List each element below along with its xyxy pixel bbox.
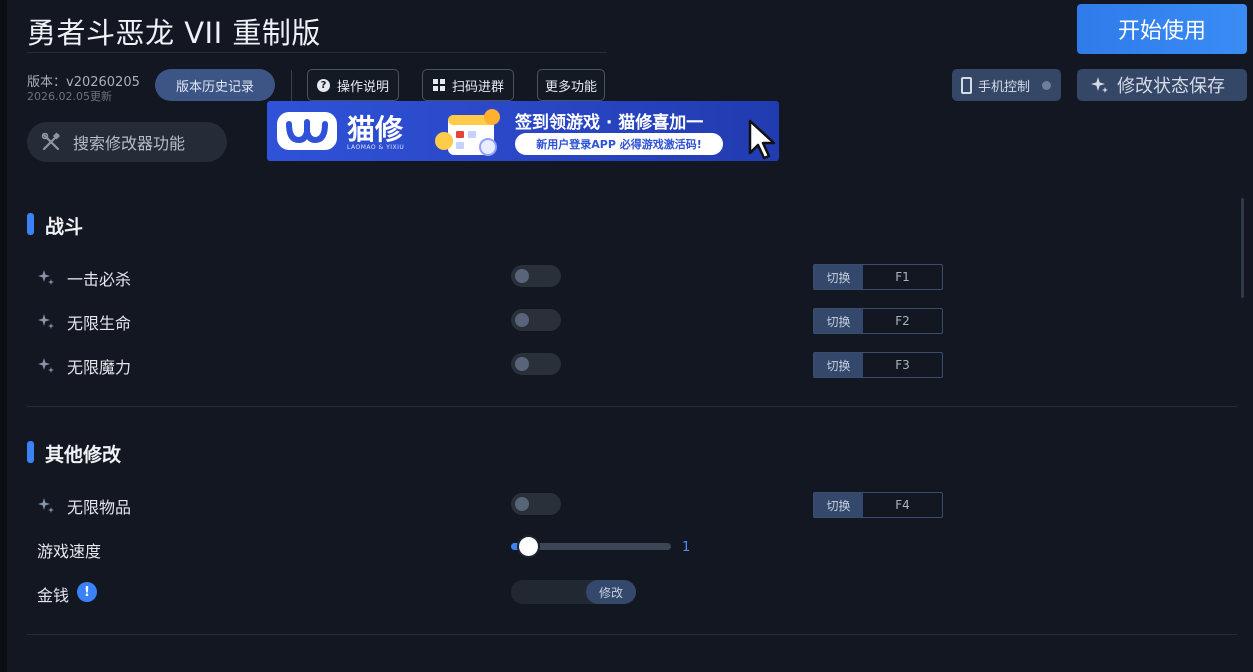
search-placeholder: 搜索修改器功能 xyxy=(73,134,186,153)
qr-label: 扫码进群 xyxy=(452,79,505,95)
hotkey-toggle-button[interactable]: 切换 xyxy=(814,309,863,333)
cheat-toggle[interactable] xyxy=(511,493,561,515)
status-dot-icon xyxy=(1042,80,1052,90)
cheat-toggle[interactable] xyxy=(511,265,561,287)
question-icon: ? xyxy=(317,78,330,92)
save-label: 修改状态保存 xyxy=(1117,76,1225,97)
pointer-cursor-icon xyxy=(748,119,776,160)
section-divider xyxy=(27,406,1237,407)
slider-handle[interactable] xyxy=(518,537,538,556)
version-date: 2026.02.05更新 xyxy=(27,90,112,103)
hotkey-key-field[interactable]: F2 xyxy=(863,309,942,333)
toggle-knob xyxy=(515,497,529,511)
scrollbar[interactable] xyxy=(1241,198,1244,298)
sparkle-icon xyxy=(38,498,54,513)
hotkey-toggle-button[interactable]: 切换 xyxy=(814,353,863,377)
save-state-button[interactable]: 修改状态保存 xyxy=(1077,69,1247,101)
window-left-edge xyxy=(0,0,7,672)
banner-headline: 签到领游戏 · 猫修喜加一 xyxy=(515,113,704,133)
toggle-knob xyxy=(515,357,529,371)
brand-logo xyxy=(277,112,337,150)
phone-icon xyxy=(961,76,972,94)
hotkey-toggle-button[interactable]: 切换 xyxy=(814,493,863,517)
money-input[interactable]: 修改 xyxy=(511,580,636,604)
speed-slider[interactable] xyxy=(511,537,671,556)
hotkey-key-field[interactable]: F1 xyxy=(863,265,942,289)
speed-label: 游戏速度 xyxy=(37,542,102,561)
promo-banner[interactable]: 猫修 LAOMAO & YIXIU 签到领游戏 · 猫修喜加一 新用户登录APP… xyxy=(267,101,779,161)
phone-label: 手机控制 xyxy=(978,79,1031,95)
sparkle-icon xyxy=(38,270,54,285)
info-icon[interactable]: ! xyxy=(77,582,97,602)
cheat-label: 无限生命 xyxy=(67,314,132,333)
hotkey-toggle-button[interactable]: 切换 xyxy=(814,265,863,289)
sparkle-icon xyxy=(38,314,54,329)
help-label: 操作说明 xyxy=(337,79,390,95)
section-marker xyxy=(27,213,34,235)
calendar-illustration-icon xyxy=(435,109,500,156)
speed-value: 1 xyxy=(682,540,691,555)
page-title: 勇者斗恶龙 VII 重制版 xyxy=(27,16,321,50)
section-divider xyxy=(27,634,1237,635)
hotkey-key-field[interactable]: F4 xyxy=(863,493,942,517)
help-button[interactable]: ? 操作说明 xyxy=(307,69,400,101)
banner-cta[interactable]: 新用户登录APP 必得游戏激活码! xyxy=(515,133,723,155)
hotkey-control: 切换 F3 xyxy=(813,352,943,378)
hotkey-control: 切换 F1 xyxy=(813,264,943,290)
search-input[interactable]: 搜索修改器功能 xyxy=(27,122,227,162)
version-history-button[interactable]: 版本历史记录 xyxy=(155,69,275,101)
banner-brand-sub: LAOMAO & YIXIU xyxy=(347,144,405,151)
title-underline xyxy=(27,52,607,53)
money-label: 金钱 xyxy=(37,586,70,605)
hotkey-control: 切换 F2 xyxy=(813,308,943,334)
cheat-toggle[interactable] xyxy=(511,353,561,375)
cat-logo-icon xyxy=(286,119,328,144)
more-features-button[interactable]: 更多功能 xyxy=(537,69,606,101)
hotkey-key-field[interactable]: F3 xyxy=(863,353,942,377)
section-title-other: 其他修改 xyxy=(45,444,122,466)
qr-code-icon xyxy=(432,78,445,92)
more-label: 更多功能 xyxy=(545,79,598,95)
sparkle-icon xyxy=(38,358,54,373)
tools-icon xyxy=(41,132,61,151)
toolbar-divider xyxy=(291,70,292,102)
sparkle-icon xyxy=(1091,77,1108,93)
section-title-combat: 战斗 xyxy=(45,216,84,238)
cheat-label: 无限物品 xyxy=(67,498,132,517)
toggle-knob xyxy=(515,269,529,283)
cheat-label: 无限魔力 xyxy=(67,358,132,377)
cheat-label: 一击必杀 xyxy=(67,270,132,289)
toggle-knob xyxy=(515,313,529,327)
qr-group-button[interactable]: 扫码进群 xyxy=(422,69,515,101)
cheat-toggle[interactable] xyxy=(511,309,561,331)
start-button[interactable]: 开始使用 xyxy=(1077,4,1247,54)
section-marker xyxy=(27,441,34,463)
phone-control-button[interactable]: 手机控制 xyxy=(952,69,1061,101)
hotkey-control: 切换 F4 xyxy=(813,492,943,518)
banner-brand: 猫修 xyxy=(347,113,404,146)
modify-button[interactable]: 修改 xyxy=(586,580,636,604)
